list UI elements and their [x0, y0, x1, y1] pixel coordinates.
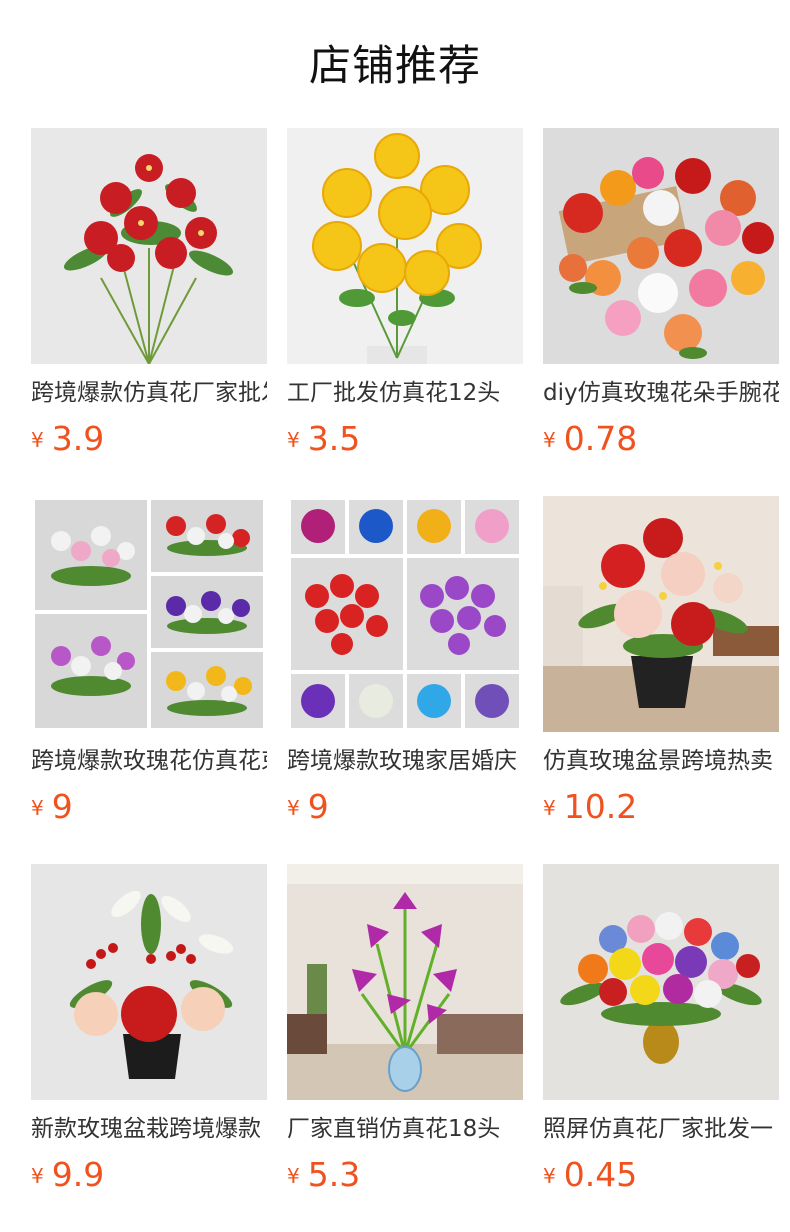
product-image[interactable] — [543, 128, 779, 364]
product-card[interactable]: 跨境爆款仿真花厂家批发 ¥3.9 — [31, 128, 267, 458]
purple-calla-vase-image — [287, 864, 523, 1100]
price-amount: 3.9 — [51, 419, 105, 458]
product-name[interactable]: 跨境爆款玫瑰家居婚庆 — [287, 746, 523, 776]
red-lily-bouquet-image — [31, 128, 267, 364]
potted-rose-image — [543, 496, 779, 732]
currency-symbol: ¥ — [287, 796, 300, 820]
product-image[interactable] — [543, 864, 779, 1100]
price-amount: 9.9 — [51, 1155, 105, 1194]
product-price: ¥0.45 — [543, 1154, 637, 1196]
product-card[interactable]: 照屏仿真花厂家批发一 ¥0.45 — [543, 864, 779, 1194]
product-image[interactable] — [31, 864, 267, 1100]
price-amount: 9 — [51, 787, 73, 826]
product-card[interactable]: 跨境爆款玫瑰家居婚庆 ¥9 — [287, 496, 523, 826]
rose-bouquet-collage-image — [31, 496, 267, 732]
product-price: ¥9 — [287, 786, 329, 828]
price-amount: 5.3 — [307, 1155, 361, 1194]
product-name[interactable]: 工厂批发仿真花12头 — [287, 378, 523, 408]
product-price: ¥3.9 — [31, 418, 104, 460]
price-amount: 0.78 — [563, 419, 638, 458]
product-card[interactable]: 厂家直销仿真花18头 ¥5.3 — [287, 864, 523, 1194]
yellow-carnation-bouquet-image — [287, 128, 523, 364]
product-image[interactable] — [287, 864, 523, 1100]
rose-heads-image — [543, 128, 779, 364]
product-name[interactable]: 跨境爆款玫瑰花仿真花束 — [31, 746, 267, 776]
product-name[interactable]: 照屏仿真花厂家批发一 — [543, 1114, 779, 1144]
rose-lily-pot-image — [31, 864, 267, 1100]
product-image[interactable] — [31, 496, 267, 732]
product-card[interactable]: 新款玫瑰盆栽跨境爆款 ¥9.9 — [31, 864, 267, 1194]
currency-symbol: ¥ — [543, 428, 556, 452]
currency-symbol: ¥ — [543, 796, 556, 820]
product-price: ¥9.9 — [31, 1154, 104, 1196]
currency-symbol: ¥ — [31, 796, 44, 820]
product-image[interactable] — [543, 496, 779, 732]
product-name[interactable]: 跨境爆款仿真花厂家批发 — [31, 378, 267, 408]
colorful-rose-vase-image — [543, 864, 779, 1100]
product-image[interactable] — [287, 496, 523, 732]
product-card[interactable]: 工厂批发仿真花12头 ¥3.5 — [287, 128, 523, 458]
product-price: ¥3.5 — [287, 418, 360, 460]
product-name[interactable]: 新款玫瑰盆栽跨境爆款 — [31, 1114, 267, 1144]
currency-symbol: ¥ — [31, 428, 44, 452]
product-card[interactable]: 跨境爆款玫瑰花仿真花束 ¥9 — [31, 496, 267, 826]
price-amount: 0.45 — [563, 1155, 638, 1194]
product-card[interactable]: diy仿真玫瑰花朵手腕花 ¥0.78 — [543, 128, 779, 458]
price-amount: 10.2 — [563, 787, 638, 826]
currency-symbol: ¥ — [31, 1164, 44, 1188]
product-name[interactable]: 厂家直销仿真花18头 — [287, 1114, 523, 1144]
currency-symbol: ¥ — [543, 1164, 556, 1188]
currency-symbol: ¥ — [287, 428, 300, 452]
product-image[interactable] — [287, 128, 523, 364]
product-name[interactable]: 仿真玫瑰盆景跨境热卖 — [543, 746, 779, 776]
rose-variety-grid-image — [287, 496, 523, 732]
product-name[interactable]: diy仿真玫瑰花朵手腕花 — [543, 378, 779, 408]
product-card[interactable]: 仿真玫瑰盆景跨境热卖 ¥10.2 — [543, 496, 779, 826]
product-image[interactable] — [31, 128, 267, 364]
product-price: ¥5.3 — [287, 1154, 360, 1196]
currency-symbol: ¥ — [287, 1164, 300, 1188]
product-price: ¥9 — [31, 786, 73, 828]
price-amount: 3.5 — [307, 419, 361, 458]
product-price: ¥0.78 — [543, 418, 637, 460]
price-amount: 9 — [307, 787, 329, 826]
page-title: 店铺推荐 — [308, 41, 481, 90]
product-price: ¥10.2 — [543, 786, 637, 828]
